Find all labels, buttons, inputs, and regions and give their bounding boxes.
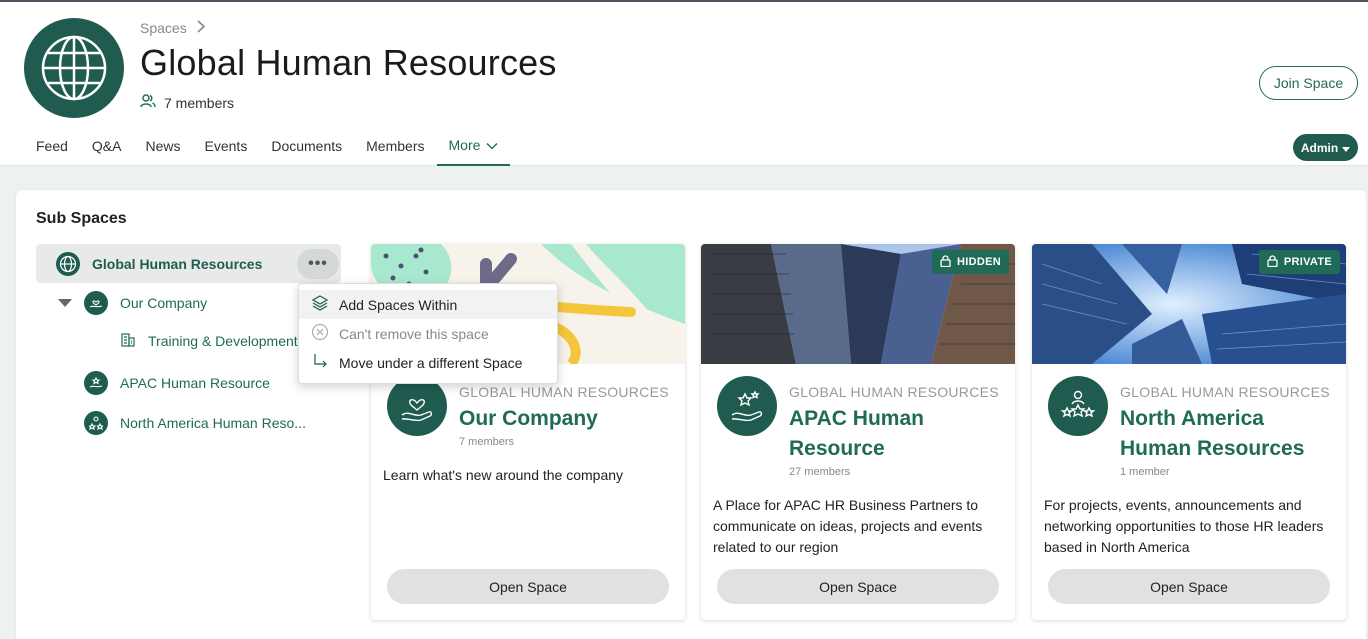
members-count: 7 members (164, 94, 235, 111)
people-stars-icon (1048, 376, 1108, 436)
card-description: For projects, events, announcements and … (1044, 497, 1324, 555)
tab-events[interactable]: Events (193, 126, 260, 166)
globe-icon (56, 251, 80, 276)
tab-members[interactable]: Members (354, 126, 436, 166)
card-description: Learn what's new around the company (383, 467, 624, 483)
menu-item-label: Move under a different Space (339, 354, 523, 371)
caret-down-icon[interactable] (58, 299, 72, 307)
card-cover-image: PRIVATE (1032, 244, 1346, 364)
join-space-button[interactable]: Join Space (1259, 66, 1358, 100)
tree-item-north-america[interactable]: North America Human Reso... (84, 411, 306, 435)
members-link[interactable]: 7 members (140, 94, 234, 111)
menu-item-cant-remove: Can't remove this space (299, 319, 557, 348)
lock-icon (940, 254, 951, 270)
space-header: Spaces Global Human Resources 7 members … (0, 2, 1368, 166)
users-icon (140, 94, 156, 111)
chevron-right-icon (197, 20, 205, 36)
sub-spaces-title: Sub Spaces (36, 210, 127, 227)
chevron-down-icon (486, 137, 498, 153)
hand-stars-icon (717, 376, 777, 436)
admin-label: Admin (1300, 140, 1339, 155)
page-title: Global Human Resources (140, 42, 557, 83)
card-member-count: 7 members (459, 436, 515, 448)
menu-item-add-spaces-within[interactable]: Add Spaces Within (299, 290, 557, 319)
tree-item-apac[interactable]: APAC Human Resource (84, 371, 270, 395)
card-parent-space: GLOBAL HUMAN RESOURCES (1120, 384, 1330, 400)
tab-news[interactable]: News (134, 126, 193, 166)
tree-item-label: North America Human Reso... (120, 415, 306, 431)
card-member-count: 27 members (789, 466, 851, 478)
card-space-name[interactable]: Our Company (459, 404, 679, 434)
people-stars-icon (84, 411, 108, 435)
menu-item-label: Add Spaces Within (339, 296, 458, 313)
tab-more[interactable]: More (436, 126, 511, 166)
hand-heart-icon (387, 376, 447, 436)
card-parent-space: GLOBAL HUMAN RESOURCES (789, 384, 999, 400)
building-icon (120, 331, 136, 350)
tree-item-label: Global Human Resources (92, 255, 263, 272)
tab-feed[interactable]: Feed (24, 126, 80, 166)
card-parent-space: GLOBAL HUMAN RESOURCES (459, 384, 669, 400)
circle-x-icon (311, 323, 329, 344)
private-badge: PRIVATE (1258, 250, 1340, 274)
menu-item-move-space[interactable]: Move under a different Space (299, 348, 557, 377)
admin-dropdown-button[interactable]: Admin (1293, 134, 1358, 161)
badge-label: PRIVATE (1283, 256, 1332, 268)
tree-item-label: Our Company (120, 295, 208, 311)
tree-item-training[interactable]: Training & Development (120, 331, 298, 350)
space-card-north-america: PRIVATE GLOBAL HUMAN RESOURCES North Ame… (1032, 244, 1346, 620)
open-space-button[interactable]: Open Space (1048, 569, 1330, 604)
tab-more-label: More (448, 137, 481, 153)
badge-label: HIDDEN (957, 256, 1001, 268)
space-tabs: Feed Q&A News Events Documents Members M… (24, 126, 511, 166)
menu-item-label: Can't remove this space (339, 325, 489, 342)
hand-stars-icon (84, 371, 108, 395)
more-options-button[interactable]: ••• (297, 249, 339, 279)
space-card-apac: HIDDEN GLOBAL HUMAN RESOURCES APAC Human… (701, 244, 1015, 620)
card-description: A Place for APAC HR Business Partners to… (713, 497, 983, 555)
sub-spaces-panel: Sub Spaces Global Human Resources ••• Ou… (16, 190, 1366, 639)
card-space-name[interactable]: APAC Human Resource (789, 404, 1009, 464)
globe-icon (24, 18, 124, 118)
tree-item-label: APAC Human Resource (120, 375, 270, 391)
arrow-turn-down-right-icon (311, 352, 329, 373)
breadcrumb-spaces[interactable]: Spaces (140, 20, 187, 36)
open-space-button[interactable]: Open Space (387, 569, 669, 604)
layers-icon (311, 294, 329, 315)
open-space-button[interactable]: Open Space (717, 569, 999, 604)
card-space-name[interactable]: North America Human Resources (1120, 404, 1340, 464)
tree-item-global-hr[interactable]: Global Human Resources (36, 244, 341, 283)
hidden-badge: HIDDEN (932, 250, 1009, 274)
tree-item-our-company[interactable]: Our Company (58, 291, 207, 315)
card-cover-image: HIDDEN (701, 244, 1015, 364)
breadcrumb[interactable]: Spaces (140, 20, 205, 36)
caret-down-icon (1342, 141, 1351, 155)
tree-item-label: Training & Development (148, 332, 298, 349)
card-member-count: 1 member (1120, 466, 1170, 478)
tab-qa[interactable]: Q&A (80, 126, 134, 166)
lock-icon (1267, 254, 1278, 270)
hand-heart-icon (84, 291, 108, 315)
space-options-menu: Add Spaces Within Can't remove this spac… (298, 283, 558, 384)
tab-documents[interactable]: Documents (259, 126, 354, 166)
